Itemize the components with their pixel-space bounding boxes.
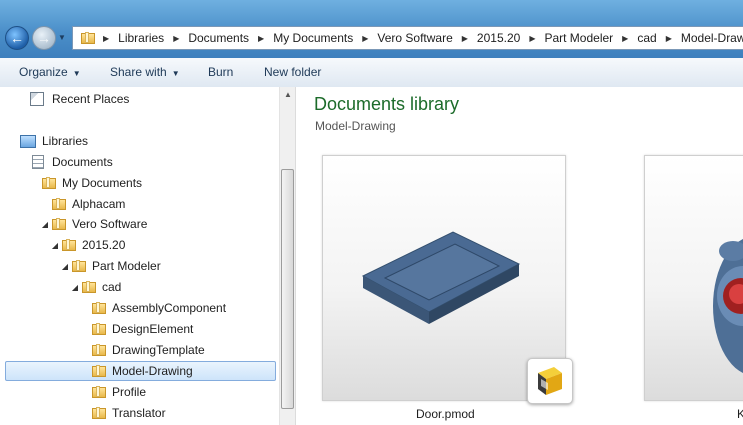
breadcrumb-item-version[interactable]: 2015.20 <box>474 31 523 45</box>
libraries-icon <box>20 134 36 148</box>
nav-item-translator[interactable]: Translator <box>92 403 166 423</box>
scroll-up-arrow-icon[interactable]: ▲ <box>280 90 296 99</box>
folder-icon <box>62 239 76 251</box>
folder-icon <box>81 32 95 44</box>
breadcrumb-item-part-modeler[interactable]: Part Modeler <box>541 31 616 45</box>
library-subtitle: Model-Drawing <box>315 119 396 133</box>
forward-button[interactable]: → <box>32 26 56 50</box>
nav-item-label: 2015.20 <box>82 238 126 252</box>
folder-icon <box>52 198 66 210</box>
nav-item-label: DesignElement <box>112 322 194 336</box>
folder-icon <box>82 281 96 293</box>
chevron-right-icon[interactable]: ▶ <box>523 34 541 43</box>
file-name[interactable]: K <box>737 407 743 421</box>
burn-button[interactable]: Burn <box>208 65 233 79</box>
breadcrumb-item-my-documents[interactable]: My Documents <box>270 31 356 45</box>
chevron-right-icon[interactable]: ▶ <box>252 34 270 43</box>
breadcrumb-item-vero-software[interactable]: Vero Software <box>374 31 455 45</box>
folder-icon <box>92 365 106 377</box>
folder-icon <box>52 218 66 230</box>
share-with-label: Share with <box>110 65 167 79</box>
recent-pages-dropdown[interactable]: ▼ <box>58 33 66 42</box>
nav-item-profile[interactable]: Profile <box>92 382 146 402</box>
scrollbar-thumb[interactable] <box>281 169 294 409</box>
nav-item-label: Model-Drawing <box>112 364 193 378</box>
nav-item-label: Libraries <box>42 134 89 148</box>
share-with-button[interactable]: Share with ▼ <box>110 65 180 79</box>
recent-places-icon <box>30 92 44 106</box>
chevron-right-icon[interactable]: ▶ <box>356 34 374 43</box>
folder-icon <box>72 260 86 272</box>
nav-item-cad[interactable]: ◢ cad <box>70 277 121 297</box>
command-bar: Organize ▼ Share with ▼ Burn New folder <box>0 58 743 88</box>
part-modeler-file-icon <box>527 358 573 404</box>
chevron-right-icon[interactable]: ▶ <box>167 34 185 43</box>
expanded-triangle-icon[interactable]: ◢ <box>40 220 50 229</box>
address-bar-area: ← → ▼ ▶ Libraries ▶ Documents ▶ My Docum… <box>0 0 743 58</box>
part-model-preview <box>713 238 743 374</box>
folder-icon <box>92 386 106 398</box>
expanded-triangle-icon[interactable]: ◢ <box>50 241 60 250</box>
back-button[interactable]: ← <box>5 26 29 50</box>
nav-item-documents[interactable]: Documents <box>32 152 113 172</box>
expanded-triangle-icon[interactable]: ◢ <box>60 262 70 271</box>
nav-item-version[interactable]: ◢ 2015.20 <box>50 235 125 255</box>
nav-item-assembly-component[interactable]: AssemblyComponent <box>92 298 226 318</box>
nav-item-label: Documents <box>52 155 113 169</box>
nav-item-my-documents[interactable]: My Documents <box>42 173 142 193</box>
content-pane: Documents library Model-Drawing Door.pmo… <box>296 87 743 425</box>
library-title: Documents library <box>314 94 460 114</box>
expanded-triangle-icon[interactable]: ◢ <box>70 283 80 292</box>
folder-icon <box>92 323 106 335</box>
documents-library-icon <box>32 155 44 169</box>
nav-item-label: cad <box>102 280 122 294</box>
organize-button[interactable]: Organize ▼ <box>19 65 81 79</box>
nav-item-label: Recent Places <box>52 92 130 106</box>
chevron-right-icon[interactable]: ▶ <box>97 34 115 43</box>
back-arrow-icon: ← <box>10 30 24 46</box>
file-name[interactable]: Door.pmod <box>416 407 475 421</box>
new-folder-button[interactable]: New folder <box>264 65 321 79</box>
chevron-down-icon: ▼ <box>171 69 180 78</box>
nav-item-part-modeler[interactable]: ◢ Part Modeler <box>60 256 161 276</box>
breadcrumb: ▶ Libraries ▶ Documents ▶ My Documents ▶… <box>79 27 743 49</box>
nav-item-label: DrawingTemplate <box>112 343 205 357</box>
nav-item-label: Translator <box>112 406 166 420</box>
chevron-down-icon: ▼ <box>72 69 81 78</box>
folder-icon <box>92 302 106 314</box>
organize-label: Organize <box>19 65 68 79</box>
folder-icon <box>42 177 56 189</box>
address-bar[interactable]: ▶ Libraries ▶ Documents ▶ My Documents ▶… <box>72 26 743 50</box>
nav-item-label: Vero Software <box>72 217 148 231</box>
nav-item-label: Part Modeler <box>92 259 161 273</box>
file-thumbnail[interactable] <box>644 155 743 401</box>
folder-icon <box>92 407 106 419</box>
nav-item-label: My Documents <box>62 176 143 190</box>
nav-item-alphacam[interactable]: Alphacam <box>52 194 125 214</box>
breadcrumb-item-documents[interactable]: Documents <box>185 31 252 45</box>
file-thumbnail[interactable] <box>322 155 573 404</box>
breadcrumb-item-libraries[interactable]: Libraries <box>115 31 167 45</box>
chevron-right-icon[interactable]: ▶ <box>616 34 634 43</box>
nav-item-design-element[interactable]: DesignElement <box>92 319 193 339</box>
breadcrumb-item-cad[interactable]: cad <box>634 31 659 45</box>
nav-item-recent-places[interactable]: Recent Places <box>30 89 129 109</box>
nav-item-label: Profile <box>112 385 147 399</box>
forward-arrow-icon: → <box>37 30 51 46</box>
nav-pane-scrollbar[interactable]: ▲ <box>279 87 296 425</box>
nav-item-label: AssemblyComponent <box>112 301 227 315</box>
part-modeler-logo-icon <box>538 367 562 395</box>
nav-item-vero-software[interactable]: ◢ Vero Software <box>40 214 147 234</box>
nav-item-libraries[interactable]: Libraries <box>20 131 88 151</box>
nav-item-model-drawing[interactable]: Model-Drawing <box>5 361 276 381</box>
navigation-pane: Recent Places Libraries Documents My Doc… <box>0 87 279 425</box>
nav-item-drawing-template[interactable]: DrawingTemplate <box>92 340 205 360</box>
folder-icon <box>92 344 106 356</box>
breadcrumb-item-model-drawing[interactable]: Model-Drawing <box>678 31 743 45</box>
chevron-right-icon[interactable]: ▶ <box>456 34 474 43</box>
nav-item-label: Alphacam <box>72 197 126 211</box>
chevron-right-icon[interactable]: ▶ <box>660 34 678 43</box>
